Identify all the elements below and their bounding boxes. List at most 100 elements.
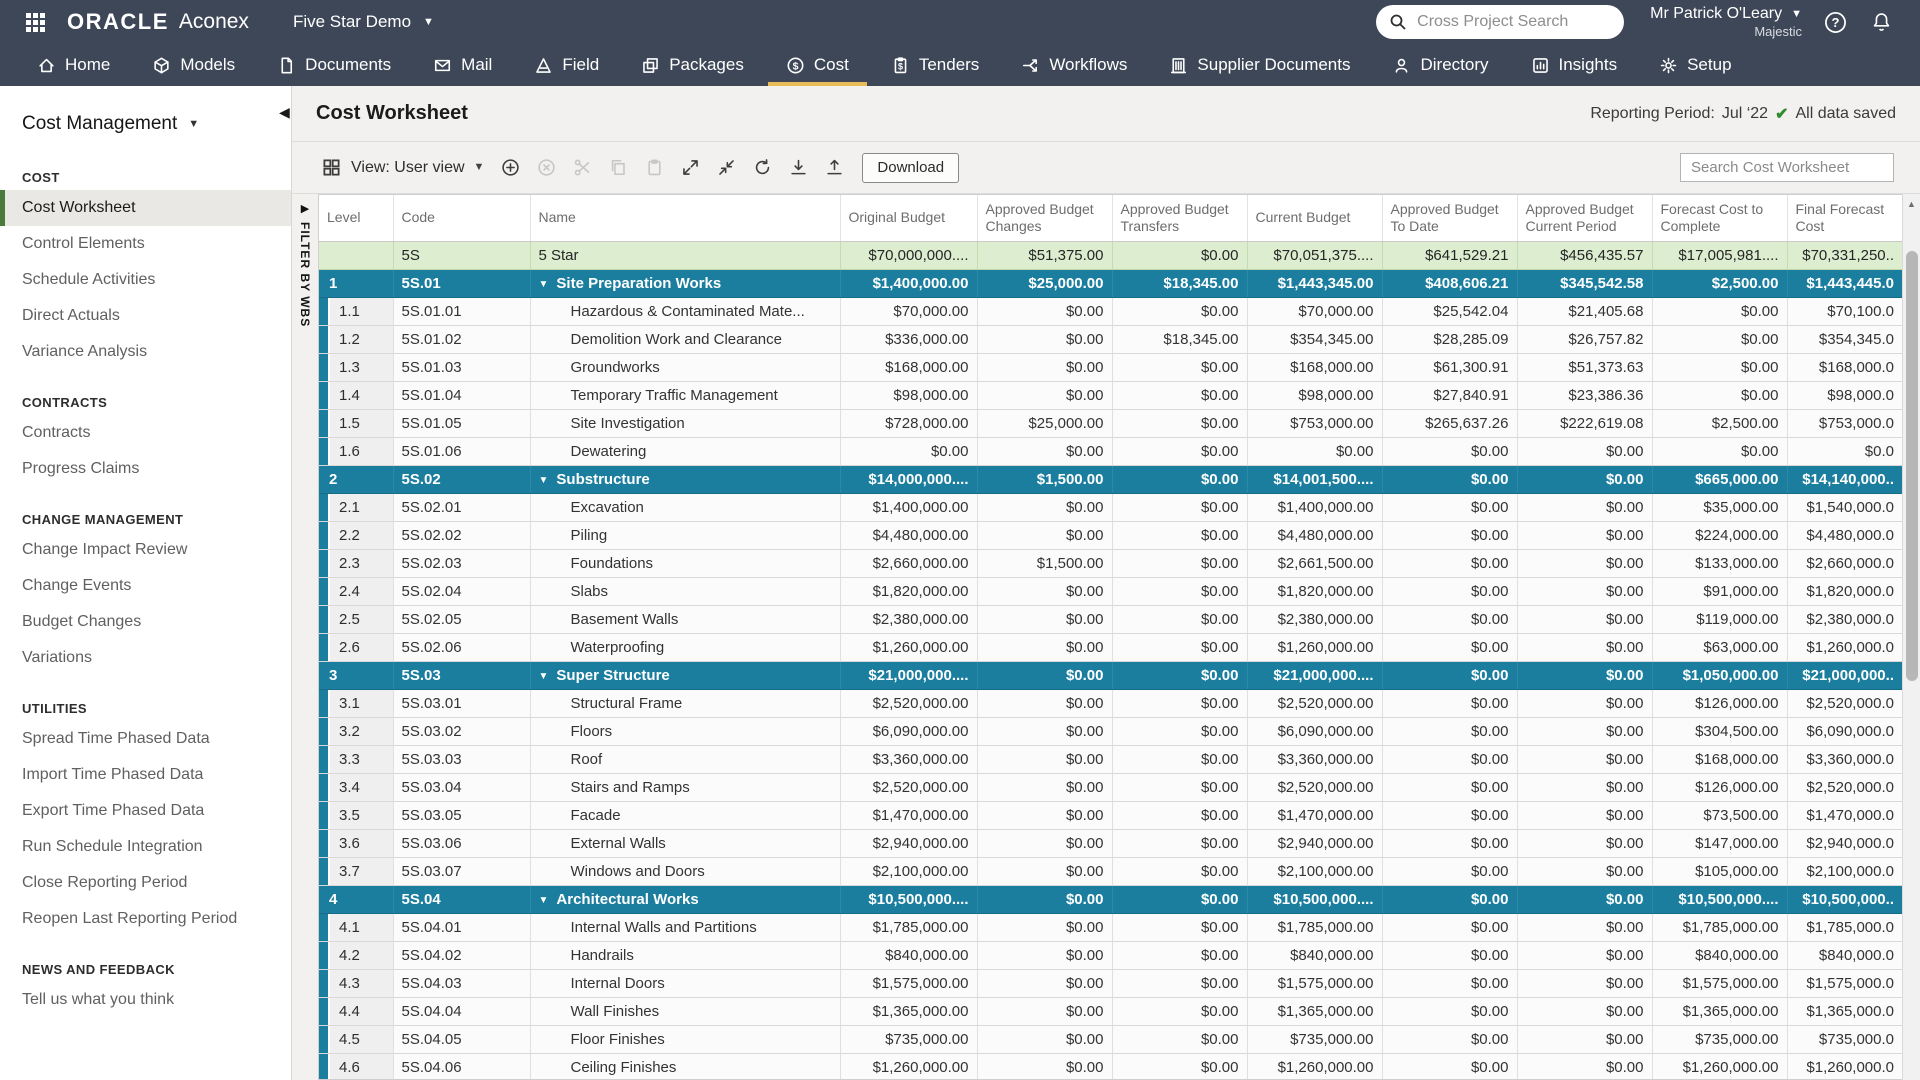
collapse-icon[interactable]: [713, 155, 739, 181]
value-cell[interactable]: $2,660,000.0: [1787, 549, 1902, 577]
value-cell[interactable]: $0.00: [1112, 717, 1247, 745]
value-cell[interactable]: $0.00: [1652, 297, 1787, 325]
column-header-approved-budget-transfers[interactable]: Approved Budget Transfers: [1112, 195, 1247, 241]
value-cell[interactable]: $1,785,000.00: [1652, 913, 1787, 941]
value-cell[interactable]: $1,365,000.00: [1652, 997, 1787, 1025]
value-cell[interactable]: $18,345.00: [1112, 269, 1247, 297]
name-cell[interactable]: Foundations: [530, 549, 840, 577]
code-cell[interactable]: 5S.01.01: [393, 297, 530, 325]
value-cell[interactable]: $0.00: [977, 745, 1112, 773]
sidebar-item-reopen-last-reporting-period[interactable]: Reopen Last Reporting Period: [0, 901, 291, 937]
level-cell[interactable]: 3: [319, 661, 393, 689]
nav-item-setup[interactable]: Setup: [1638, 44, 1752, 86]
value-cell[interactable]: $0.00: [1112, 941, 1247, 969]
value-cell[interactable]: $0.00: [977, 325, 1112, 353]
value-cell[interactable]: $665,000.00: [1652, 465, 1787, 493]
code-cell[interactable]: 5S.01: [393, 269, 530, 297]
value-cell[interactable]: $0.00: [977, 661, 1112, 689]
value-cell[interactable]: $1,260,000.00: [1247, 1053, 1382, 1080]
value-cell[interactable]: $0.00: [1517, 633, 1652, 661]
code-cell[interactable]: 5S.03.03: [393, 745, 530, 773]
name-cell[interactable]: Structural Frame: [530, 689, 840, 717]
name-cell[interactable]: Floor Finishes: [530, 1025, 840, 1053]
value-cell[interactable]: $1,575,000.00: [1247, 969, 1382, 997]
value-cell[interactable]: $2,661,500.00: [1247, 549, 1382, 577]
value-cell[interactable]: $0.00: [1112, 997, 1247, 1025]
cross-project-search[interactable]: [1376, 5, 1624, 39]
value-cell[interactable]: $6,090,000.0: [1787, 717, 1902, 745]
value-cell[interactable]: $21,405.68: [1517, 297, 1652, 325]
value-cell[interactable]: $17,005,981....: [1652, 241, 1787, 269]
code-cell[interactable]: 5S.01.03: [393, 353, 530, 381]
value-cell[interactable]: $147,000.00: [1652, 829, 1787, 857]
sidebar-collapse-button[interactable]: ◀: [279, 104, 290, 121]
code-cell[interactable]: 5S.02.06: [393, 633, 530, 661]
value-cell[interactable]: $27,840.91: [1382, 381, 1517, 409]
value-cell[interactable]: $0.00: [977, 297, 1112, 325]
value-cell[interactable]: $0.00: [1382, 913, 1517, 941]
value-cell[interactable]: $0.00: [1517, 745, 1652, 773]
code-cell[interactable]: 5S.01.02: [393, 325, 530, 353]
value-cell[interactable]: $354,345.0: [1787, 325, 1902, 353]
level-cell[interactable]: 1.3: [319, 353, 393, 381]
value-cell[interactable]: $0.00: [977, 521, 1112, 549]
value-cell[interactable]: $0.00: [1382, 549, 1517, 577]
value-cell[interactable]: $728,000.00: [840, 409, 977, 437]
value-cell[interactable]: $2,380,000.00: [840, 605, 977, 633]
code-cell[interactable]: 5S.04.04: [393, 997, 530, 1025]
name-cell[interactable]: ▼Super Structure: [530, 661, 840, 689]
level-cell[interactable]: 4.4: [319, 997, 393, 1025]
collapse-caret-icon[interactable]: ▼: [539, 279, 549, 290]
add-icon[interactable]: [497, 155, 523, 181]
name-cell[interactable]: Temporary Traffic Management: [530, 381, 840, 409]
value-cell[interactable]: $0.00: [1112, 493, 1247, 521]
code-cell[interactable]: 5S.04.02: [393, 941, 530, 969]
scrollbar-thumb[interactable]: [1906, 251, 1918, 681]
value-cell[interactable]: $0.00: [977, 829, 1112, 857]
column-header-original-budget[interactable]: Original Budget: [840, 195, 977, 241]
name-cell[interactable]: Piling: [530, 521, 840, 549]
value-cell[interactable]: $1,575,000.00: [840, 969, 977, 997]
value-cell[interactable]: $168,000.0: [1787, 353, 1902, 381]
value-cell[interactable]: $2,520,000.00: [1247, 689, 1382, 717]
value-cell[interactable]: $1,443,445.0: [1787, 269, 1902, 297]
value-cell[interactable]: $2,500.00: [1652, 269, 1787, 297]
value-cell[interactable]: $735,000.0: [1787, 1025, 1902, 1053]
code-cell[interactable]: 5S.01.04: [393, 381, 530, 409]
value-cell[interactable]: $0.00: [1382, 633, 1517, 661]
name-cell[interactable]: ▼Substructure: [530, 465, 840, 493]
value-cell[interactable]: $98,000.00: [840, 381, 977, 409]
value-cell[interactable]: $1,470,000.00: [840, 801, 977, 829]
value-cell[interactable]: $0.00: [1517, 801, 1652, 829]
value-cell[interactable]: $0.00: [1112, 745, 1247, 773]
value-cell[interactable]: $1,260,000.00: [840, 1053, 977, 1080]
value-cell[interactable]: $14,140,000..: [1787, 465, 1902, 493]
value-cell[interactable]: $1,365,000.00: [840, 997, 977, 1025]
value-cell[interactable]: $0.00: [1652, 353, 1787, 381]
value-cell[interactable]: $1,470,000.0: [1787, 801, 1902, 829]
value-cell[interactable]: $0.00: [977, 353, 1112, 381]
nav-item-tenders[interactable]: $Tenders: [870, 44, 1000, 86]
value-cell[interactable]: $1,820,000.0: [1787, 577, 1902, 605]
value-cell[interactable]: $1,050,000.00: [1652, 661, 1787, 689]
value-cell[interactable]: $1,400,000.00: [840, 493, 977, 521]
value-cell[interactable]: $2,940,000.0: [1787, 829, 1902, 857]
name-cell[interactable]: Windows and Doors: [530, 857, 840, 885]
help-button[interactable]: ?: [1822, 9, 1848, 35]
value-cell[interactable]: $0.00: [1517, 661, 1652, 689]
value-cell[interactable]: $1,500.00: [977, 549, 1112, 577]
grid-view-icon[interactable]: [318, 155, 344, 181]
name-cell[interactable]: Ceiling Finishes: [530, 1053, 840, 1080]
name-cell[interactable]: Wall Finishes: [530, 997, 840, 1025]
level-cell[interactable]: 3.2: [319, 717, 393, 745]
sidebar-item-cost-worksheet[interactable]: Cost Worksheet: [0, 190, 291, 226]
level-cell[interactable]: 2.2: [319, 521, 393, 549]
value-cell[interactable]: $70,100.0: [1787, 297, 1902, 325]
value-cell[interactable]: $0.00: [1112, 661, 1247, 689]
sidebar-item-progress-claims[interactable]: Progress Claims: [0, 451, 291, 487]
value-cell[interactable]: $1,540,000.0: [1787, 493, 1902, 521]
code-cell[interactable]: 5S.02.03: [393, 549, 530, 577]
value-cell[interactable]: $0.00: [977, 689, 1112, 717]
collapse-caret-icon[interactable]: ▼: [539, 475, 549, 486]
sidebar-item-run-schedule-integration[interactable]: Run Schedule Integration: [0, 829, 291, 865]
